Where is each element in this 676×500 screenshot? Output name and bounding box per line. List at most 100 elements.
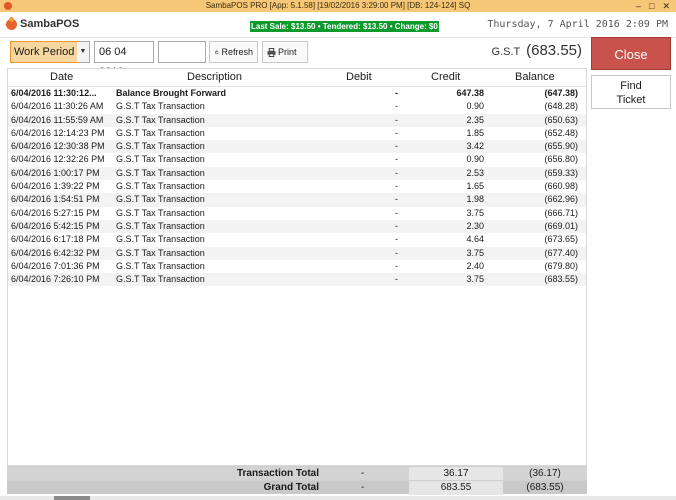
table-row[interactable]: 6/04/2016 5:27:15 PM G.S.T Tax Transacti… <box>8 207 586 220</box>
current-date: Thursday, 7 April 2016 2:09 PM <box>487 19 668 30</box>
cell-credit: 3.75 <box>466 247 484 258</box>
print-icon <box>267 47 276 57</box>
cell-date: 6/04/2016 6:17:18 PM <box>11 234 100 245</box>
cell-date: 6/04/2016 7:01:36 PM <box>11 260 100 271</box>
cell-balance: (652.48) <box>544 127 578 138</box>
period-select[interactable]: Work Period ▼ <box>10 41 90 63</box>
cell-credit: 4.64 <box>466 234 484 245</box>
print-button[interactable]: Print <box>262 41 308 63</box>
date-field[interactable]: 06 04 2016 <box>94 41 154 78</box>
table-row[interactable]: 6/04/2016 12:32:26 PM G.S.T Tax Transact… <box>8 153 586 166</box>
table-row[interactable]: 6/04/2016 5:42:15 PM G.S.T Tax Transacti… <box>8 219 586 234</box>
find-ticket-line-1: Find <box>620 80 642 92</box>
cell-description: G.S.T Tax Transaction <box>116 167 205 178</box>
cell-description: G.S.T Tax Transaction <box>116 207 205 218</box>
column-header-credit[interactable]: Credit <box>431 71 460 83</box>
transactions-table: Date Description Debit Credit Balance 6/… <box>7 68 587 466</box>
cell-date: 6/04/2016 11:30:12... <box>11 88 97 98</box>
account-name: G.S.T <box>491 46 521 58</box>
table-row[interactable]: 6/04/2016 11:55:59 AM G.S.T Tax Transact… <box>8 113 586 127</box>
account-balance: (683.55) <box>526 42 582 59</box>
cell-description: Balance Brought Forward <box>116 88 227 98</box>
table-row[interactable]: 6/04/2016 6:42:32 PM G.S.T Tax Transacti… <box>8 246 586 260</box>
cell-date: 6/04/2016 1:39:22 PM <box>11 181 100 192</box>
close-window-button[interactable]: ✕ <box>662 0 670 12</box>
cell-date: 6/04/2016 7:26:10 PM <box>11 274 100 285</box>
cell-description: G.S.T Tax Transaction <box>116 220 205 231</box>
column-header-debit[interactable]: Debit <box>346 71 372 83</box>
column-header-balance[interactable]: Balance <box>515 71 555 83</box>
cell-credit: 0.90 <box>466 154 484 165</box>
grand-total-balance: (683.55) <box>526 482 564 493</box>
table-row[interactable]: 6/04/2016 11:30:12... Balance Brought Fo… <box>8 87 586 100</box>
cell-date: 6/04/2016 12:14:23 PM <box>11 127 105 138</box>
cell-balance: (669.01) <box>544 220 578 231</box>
cell-description: G.S.T Tax Transaction <box>116 181 205 192</box>
cell-debit: - <box>395 274 398 285</box>
transaction-total-debit: - <box>361 468 365 479</box>
window-titlebar: SambaPOS PRO [App: 5.1.58] [19/02/2016 3… <box>0 0 676 12</box>
table-header: Date Description Debit Credit Balance <box>8 69 586 87</box>
cell-credit: 3.75 <box>466 274 484 285</box>
window-title: SambaPOS PRO [App: 5.1.58] [19/02/2016 3… <box>205 1 471 10</box>
minimize-button[interactable]: – <box>636 0 641 12</box>
cell-description: G.S.T Tax Transaction <box>116 274 205 285</box>
cell-balance: (647.38) <box>544 88 578 98</box>
cell-description: G.S.T Tax Transaction <box>116 194 205 205</box>
bottom-bar <box>0 496 676 500</box>
grand-total-row: Grand Total - 683.55 (683.55) <box>7 480 587 495</box>
column-header-date[interactable]: Date <box>50 71 73 83</box>
cell-debit: - <box>395 167 398 178</box>
close-button[interactable]: Close <box>591 37 671 70</box>
table-row[interactable]: 6/04/2016 12:30:38 PM G.S.T Tax Transact… <box>8 140 586 154</box>
cell-date: 6/04/2016 1:54:51 PM <box>11 194 100 205</box>
toolbar: Work Period ▼ 06 04 2016 Refresh Print G… <box>0 38 590 78</box>
account-summary: G.S.T (683.55) <box>492 42 582 59</box>
table-row[interactable]: 6/04/2016 7:26:10 PM G.S.T Tax Transacti… <box>8 273 586 287</box>
cell-debit: - <box>395 260 398 271</box>
cell-balance: (679.80) <box>544 260 578 271</box>
maximize-button[interactable]: □ <box>649 0 654 12</box>
cell-credit: 2.40 <box>466 260 484 271</box>
chevron-down-icon[interactable]: ▼ <box>77 42 89 62</box>
bottom-tab[interactable] <box>54 496 90 500</box>
cell-credit: 2.53 <box>466 167 484 178</box>
column-header-description[interactable]: Description <box>187 71 242 83</box>
cell-credit: 1.85 <box>466 127 484 138</box>
table-row[interactable]: 6/04/2016 6:17:18 PM G.S.T Tax Transacti… <box>8 233 586 246</box>
cell-debit: - <box>395 114 398 125</box>
cell-date: 6/04/2016 5:42:15 PM <box>11 220 100 231</box>
cell-debit: - <box>395 207 398 218</box>
cell-balance: (660.98) <box>544 181 578 192</box>
cell-balance: (656.80) <box>544 154 578 165</box>
table-row[interactable]: 6/04/2016 11:30:26 AM G.S.T Tax Transact… <box>8 100 586 113</box>
cell-balance: (650.63) <box>544 114 578 125</box>
cell-credit: 1.65 <box>466 181 484 192</box>
filter-field[interactable] <box>158 41 206 63</box>
grand-total-label: Grand Total <box>263 482 319 493</box>
table-row[interactable]: 6/04/2016 1:54:51 PM G.S.T Tax Transacti… <box>8 193 586 207</box>
cell-debit: - <box>395 88 398 98</box>
cell-description: G.S.T Tax Transaction <box>116 127 205 138</box>
cell-balance: (662.96) <box>544 194 578 205</box>
transaction-total-row: Transaction Total - 36.17 (36.17) <box>7 466 587 481</box>
cell-debit: - <box>395 154 398 165</box>
app-icon <box>4 2 12 10</box>
cell-debit: - <box>395 127 398 138</box>
cell-credit: 0.90 <box>466 101 484 112</box>
find-ticket-button[interactable]: Find Ticket <box>591 75 671 109</box>
table-row[interactable]: 6/04/2016 12:14:23 PM G.S.T Tax Transact… <box>8 127 586 140</box>
refresh-button[interactable]: Refresh <box>209 41 258 63</box>
print-button-label: Print <box>278 47 297 57</box>
table-row[interactable]: 6/04/2016 1:39:22 PM G.S.T Tax Transacti… <box>8 180 586 193</box>
cell-date: 6/04/2016 6:42:32 PM <box>11 247 100 258</box>
sambapos-logo: SambaPOS <box>6 16 79 30</box>
find-ticket-line-2: Ticket <box>616 94 646 106</box>
cell-debit: - <box>395 194 398 205</box>
table-row[interactable]: 6/04/2016 1:00:17 PM G.S.T Tax Transacti… <box>8 166 586 181</box>
cell-description: G.S.T Tax Transaction <box>116 260 205 271</box>
cell-date: 6/04/2016 11:55:59 AM <box>11 114 104 125</box>
cell-balance: (677.40) <box>544 247 578 258</box>
table-row[interactable]: 6/04/2016 7:01:36 PM G.S.T Tax Transacti… <box>8 260 586 273</box>
transaction-total-balance: (36.17) <box>529 468 561 479</box>
